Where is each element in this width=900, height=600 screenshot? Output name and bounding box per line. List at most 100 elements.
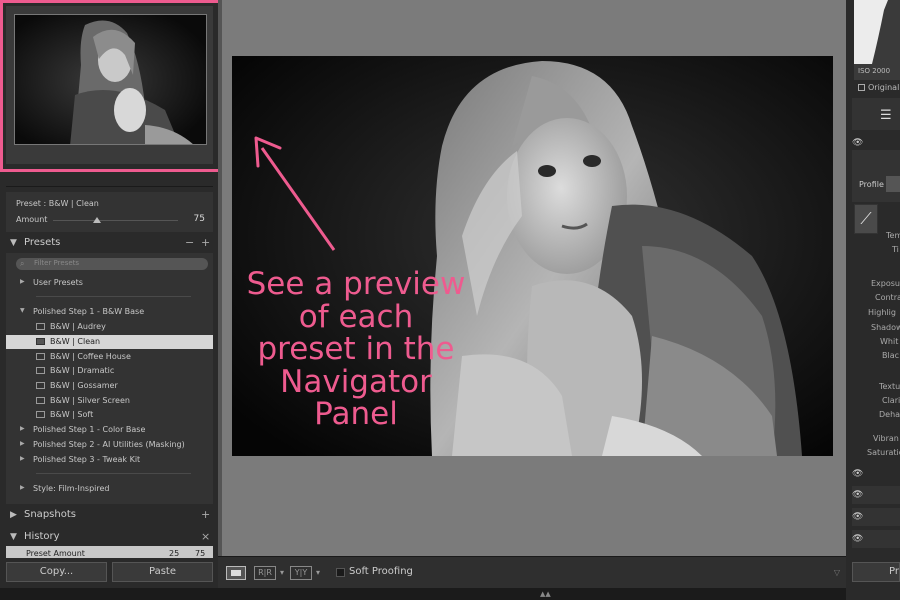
- dehaze-label: Deha: [879, 410, 900, 419]
- toolbar-menu-icon[interactable]: ▽: [834, 568, 840, 577]
- snapshots-panel-header[interactable]: ▶ Snapshots +: [6, 507, 213, 524]
- annotation-text: See a preview of each preset in the Navi…: [236, 268, 476, 431]
- history-title: History: [24, 531, 60, 542]
- preset-group-color-base[interactable]: ▶ Polished Step 1 - Color Base: [6, 423, 213, 437]
- dropdown-arrow-icon[interactable]: ▾: [280, 568, 284, 577]
- amount-slider[interactable]: [53, 220, 178, 221]
- separator: [36, 296, 191, 297]
- clarity-label: Clari: [882, 396, 900, 405]
- paste-button[interactable]: Paste: [112, 562, 213, 582]
- remove-preset-button[interactable]: −: [185, 236, 194, 249]
- preset-group-film-inspired[interactable]: ▶ Style: Film-Inspired: [6, 482, 213, 496]
- preset-group-label: Polished Step 2 - AI Utilities (Masking): [33, 440, 185, 449]
- collapse-triangle-icon: ▼: [10, 238, 17, 248]
- previous-button[interactable]: Pr: [852, 562, 900, 582]
- history-list: Preset Amount 25 75: [6, 546, 213, 558]
- before-after-lr-button[interactable]: R|R: [254, 566, 276, 580]
- preset-item-audrey[interactable]: B&W | Audrey: [6, 320, 213, 334]
- preset-amount-section: Preset : B&W | Clean Amount 75: [6, 192, 213, 232]
- eye-icon[interactable]: 👁: [852, 469, 863, 479]
- amount-slider-knob[interactable]: [92, 217, 101, 223]
- copy-button[interactable]: Copy...: [6, 562, 107, 582]
- clear-history-button[interactable]: ×: [201, 530, 210, 543]
- history-to-value: 75: [195, 549, 206, 558]
- filmstrip-toggle-icon[interactable]: ▲▲: [540, 590, 551, 598]
- original-label: Original: [868, 83, 900, 92]
- iso-label: ISO 2000: [858, 67, 891, 75]
- highlights-label: Highlig: [868, 308, 896, 317]
- preset-item-soft[interactable]: B&W | Soft: [6, 408, 213, 422]
- preset-icon: [36, 411, 45, 418]
- preset-icon: [36, 367, 45, 374]
- preset-group-label: Polished Step 1 - B&W Base: [33, 307, 145, 316]
- sliders-edit-icon[interactable]: ☰: [880, 108, 892, 123]
- preset-icon: [36, 323, 45, 330]
- profile-dropdown[interactable]: [886, 176, 900, 192]
- preset-item-dramatic[interactable]: B&W | Dramatic: [6, 364, 213, 378]
- dropdown-arrow-icon[interactable]: ▾: [316, 568, 320, 577]
- annotation-line: Navigator: [280, 363, 432, 400]
- preset-icon: [36, 382, 45, 389]
- original-checkbox[interactable]: [858, 84, 865, 91]
- eye-icon[interactable]: 👁: [852, 138, 863, 148]
- preset-label: B&W | Coffee House: [50, 352, 131, 361]
- preset-label: B&W | Silver Screen: [50, 396, 130, 405]
- profile-label: Profile :: [859, 180, 890, 189]
- loupe-view-button[interactable]: [226, 566, 246, 580]
- left-panel: Preset : B&W | Clean Amount 75 ▼ Presets…: [0, 0, 243, 600]
- add-snapshot-button[interactable]: +: [201, 508, 210, 521]
- navigator-highlight-frame: [0, 0, 243, 172]
- filter-placeholder: Filter Presets: [34, 259, 80, 267]
- bottom-toolbar: R|R ▾ Y|Y ▾ Soft Proofing ▽: [218, 556, 846, 588]
- expand-triangle-icon: ▶: [20, 425, 25, 432]
- edit-tabs-bar: [852, 98, 900, 130]
- presets-panel-header[interactable]: ▼ Presets − +: [6, 235, 213, 252]
- eye-icon[interactable]: 👁: [852, 512, 863, 522]
- filter-presets-input[interactable]: ⌕ Filter Presets: [16, 258, 208, 270]
- preset-label: B&W | Clean: [50, 337, 101, 346]
- history-panel-header[interactable]: ▼ History ×: [6, 529, 213, 546]
- preset-label: B&W | Dramatic: [50, 366, 115, 375]
- search-icon: ⌕: [20, 259, 25, 268]
- preset-item-gossamer[interactable]: B&W | Gossamer: [6, 379, 213, 393]
- presets-title: Presets: [24, 237, 61, 248]
- expand-triangle-icon: ▶: [20, 440, 25, 447]
- filmstrip-bar: [0, 588, 900, 600]
- soft-proofing-label: Soft Proofing: [349, 566, 413, 577]
- annotation-line: of each: [298, 298, 414, 335]
- right-panel: ISO 2000 Original ☰ 👁 Profile : ⟋ Tem Ti…: [846, 0, 900, 600]
- exposure-label: Exposu: [871, 279, 900, 288]
- history-from-value: 25: [169, 549, 180, 558]
- eye-icon[interactable]: 👁: [852, 534, 863, 544]
- eye-icon[interactable]: 👁: [852, 490, 863, 500]
- preset-icon: [36, 397, 45, 404]
- expand-triangle-icon: ▶: [20, 455, 25, 462]
- preset-group-label: Polished Step 3 - Tweak Kit: [33, 455, 141, 464]
- collapse-triangle-icon: ▼: [10, 532, 17, 542]
- preset-group-bw-base[interactable]: ▼ Polished Step 1 - B&W Base: [6, 305, 213, 319]
- soft-proofing-checkbox[interactable]: [336, 568, 345, 577]
- preset-group-user-presets[interactable]: ▶ User Presets: [6, 276, 213, 290]
- preset-item-silver-screen[interactable]: B&W | Silver Screen: [6, 394, 213, 408]
- panel-edge: [218, 0, 222, 556]
- eyedropper-icon[interactable]: ⟋: [854, 204, 878, 234]
- lightroom-develop-window: Preset : B&W | Clean Amount 75 ▼ Presets…: [0, 0, 900, 600]
- amount-value[interactable]: 75: [194, 214, 205, 224]
- history-step-label[interactable]: Preset Amount: [26, 549, 85, 558]
- divider: [6, 186, 213, 187]
- preset-label: B&W | Soft: [50, 410, 94, 419]
- blacks-label: Blac: [882, 351, 900, 360]
- texture-label: Textu: [879, 382, 900, 391]
- add-preset-button[interactable]: +: [201, 236, 210, 249]
- preset-group-ai-utilities[interactable]: ▶ Polished Step 2 - AI Utilities (Maskin…: [6, 438, 213, 452]
- preset-item-clean[interactable]: B&W | Clean: [6, 335, 213, 349]
- preset-group-label: Polished Step 1 - Color Base: [33, 425, 146, 434]
- preset-icon: [36, 353, 45, 360]
- collapse-triangle-icon: ▼: [20, 307, 25, 314]
- preset-item-coffee-house[interactable]: B&W | Coffee House: [6, 350, 213, 364]
- amount-label: Amount: [16, 215, 48, 224]
- preset-group-tweak-kit[interactable]: ▶ Polished Step 3 - Tweak Kit: [6, 453, 213, 467]
- saturation-label: Saturatio: [867, 448, 900, 457]
- before-after-tb-button[interactable]: Y|Y: [290, 566, 312, 580]
- preset-label: B&W | Gossamer: [50, 381, 118, 390]
